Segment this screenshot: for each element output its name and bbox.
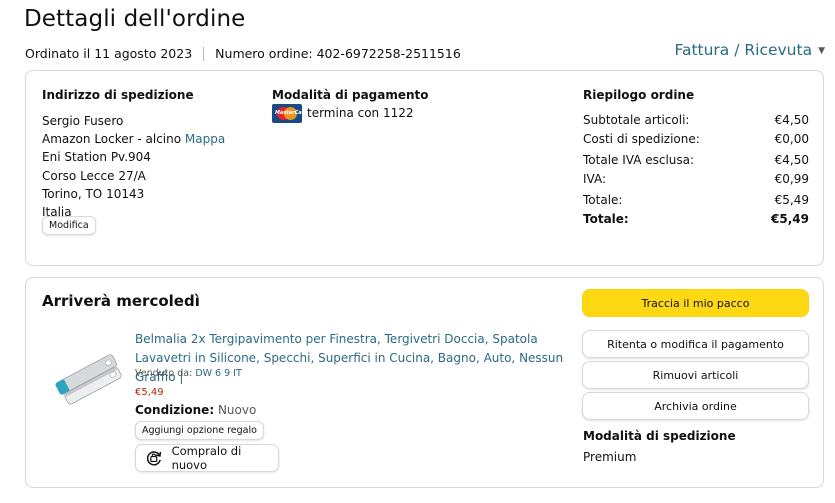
edit-address-button[interactable]: Modifica <box>42 216 96 235</box>
buy-again-label: Compralo di nuovo <box>171 444 242 472</box>
product-price: €5,49 <box>135 387 164 398</box>
address-name: Sergio Fusero <box>42 114 124 128</box>
summary-title: Riepilogo ordine <box>583 88 695 102</box>
archive-order-button[interactable]: Archivia ordine <box>582 392 809 420</box>
order-meta: Ordinato il 11 agosto 2023 Numero ordine… <box>25 46 461 61</box>
shipping-address: Sergio Fusero Amazon Locker - alcino Map… <box>42 112 225 221</box>
invoice-link-label: Fattura / Ricevuta <box>674 41 813 59</box>
summary-row: Costi di spedizione: €0,00 <box>583 131 809 146</box>
shipping-address-title: Indirizzo di spedizione <box>42 88 194 102</box>
payment-card-text: termina con 1122 <box>307 106 414 120</box>
map-link[interactable]: Mappa <box>185 132 225 146</box>
delivery-title: Arriverà mercoledì <box>42 292 200 310</box>
product-image[interactable] <box>48 338 124 410</box>
summary-total-row: Totale: €5,49 <box>583 211 809 226</box>
order-date: Ordinato il 11 agosto 2023 <box>25 46 193 61</box>
summary-row: IVA: €0,99 <box>583 171 809 186</box>
invoice-link[interactable]: Fattura / Ricevuta ▼ <box>674 41 825 59</box>
buy-again-button[interactable]: Compralo di nuovo <box>135 444 279 472</box>
meta-divider <box>203 46 205 61</box>
remove-items-button[interactable]: Rimuovi articoli <box>582 361 809 389</box>
shipment-card: Arriverà mercoledì Belmalia 2x Tergipavi… <box>25 277 824 488</box>
page-title: Dettagli dell'ordine <box>24 6 246 32</box>
product-condition: Condizione: Nuovo <box>135 403 257 417</box>
seller-link[interactable]: DW 6 9 IT <box>195 368 241 379</box>
seller-info: Venduto da: DW 6 9 IT <box>135 368 242 379</box>
retry-payment-button[interactable]: Ritenta o modifica il pagamento <box>582 330 809 358</box>
order-summary: Subtotale articoli: €4,50 Costi di spediz… <box>583 110 809 228</box>
buy-again-icon <box>146 451 162 466</box>
add-gift-option-button[interactable]: Aggiungi opzione regalo <box>135 421 264 440</box>
address-line1: Amazon Locker - alcino Mappa <box>42 132 226 147</box>
summary-row: Totale: €5,49 <box>583 192 809 207</box>
address-line3: Corso Lecce 27/A <box>42 168 146 183</box>
address-line4: Torino, TO 10143 <box>42 186 145 201</box>
shipping-method-value: Premium <box>583 450 637 464</box>
track-package-button[interactable]: Traccia il mio pacco <box>582 289 809 317</box>
order-number: Numero ordine: 402-6972258-2511516 <box>215 46 461 61</box>
summary-row: Subtotale articoli: €4,50 <box>583 112 809 127</box>
mastercard-icon: MasterCard <box>272 104 302 123</box>
address-line2: Eni Station Pv.904 <box>42 150 151 165</box>
payment-title: Modalità di pagamento <box>272 88 429 102</box>
chevron-down-icon: ▼ <box>818 46 825 56</box>
order-info-card: Indirizzo di spedizione Sergio Fusero Am… <box>25 70 824 266</box>
summary-row: Totale IVA esclusa: €4,50 <box>583 152 809 167</box>
shipping-method-title: Modalità di spedizione <box>583 429 736 443</box>
